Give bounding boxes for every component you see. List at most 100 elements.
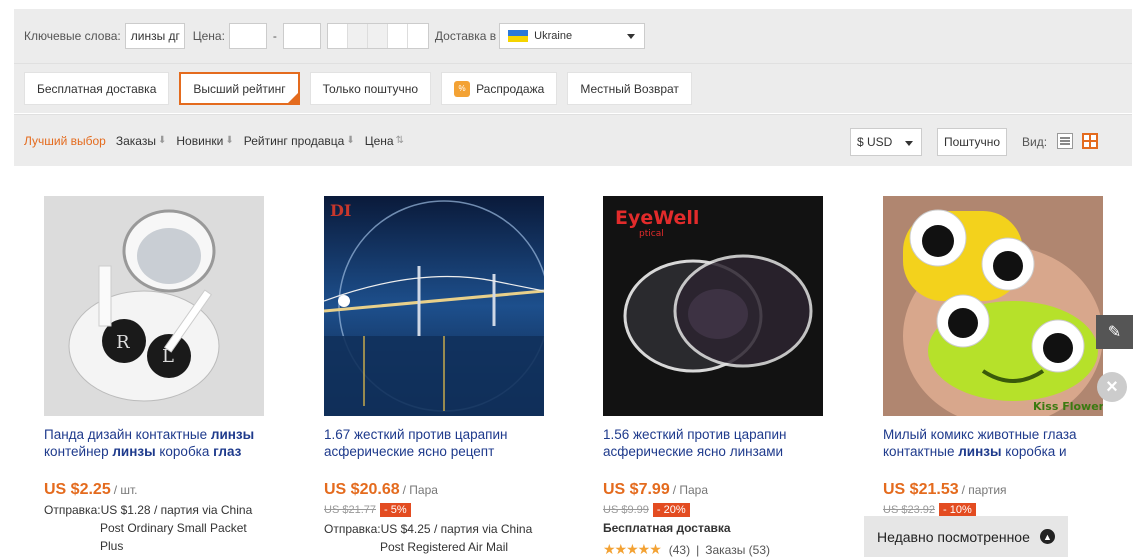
single-piece-toggle[interactable]: Только поштучно [309,72,432,105]
product-image[interactable]: R L [44,196,264,416]
price-dash: - [272,29,277,43]
product-card[interactable]: EyeWell ptical 1.56 жесткий против царап… [603,196,843,557]
arrow-down-icon: ⬇ [157,135,167,146]
old-price: US $9.99 [603,504,649,516]
old-price: US $21.77 [324,504,376,516]
star-rating-icon: ★★★★★ [603,541,662,557]
product-title[interactable]: 1.67 жесткий против царапин асферические… [324,426,564,460]
per-piece-button[interactable]: Поштучно [937,128,1007,156]
sort-seller-rating[interactable]: Рейтинг продавца ⬇ [244,134,355,148]
svg-text:ptical: ptical [639,229,664,239]
svg-text:Kiss Flower: Kiss Flower [1033,400,1103,413]
keywords-label: Ключевые слова: [24,29,121,43]
product-title[interactable]: Панда дизайн контактные линзы контейнер … [44,426,284,460]
product-image[interactable]: EyeWell ptical [603,196,823,416]
shipping-info: Отправка:US $1.28 / партия via China Pos… [44,503,253,553]
sort-label: Лучший выбор [24,133,106,148]
currency-value: $ USD [857,135,893,149]
old-price-row: US $9.99 - 20% [603,502,843,518]
free-shipping-toggle[interactable]: Бесплатная доставка [24,72,170,105]
old-price-row: US $21.77 - 5% [324,502,564,518]
toggle-label: Бесплатная доставка [37,81,157,96]
chevron-down-icon [905,141,913,146]
discount-badge: - 10% [938,503,976,517]
price-unit: / шт. [113,483,138,497]
top-rated-toggle[interactable]: Высший рейтинг [179,72,300,105]
product-price: US $2.25 / шт. [44,481,284,499]
ship-to-label: Доставка в [434,29,497,43]
sort-newest[interactable]: Новинки ⬇ [176,134,233,148]
price-min-input[interactable] [228,23,267,49]
product-price: US $21.53 / партия [883,481,1123,499]
sale-toggle[interactable]: % Распродажа [441,72,558,105]
sort-orders[interactable]: Заказы ⬇ [116,134,167,148]
separator: | [696,542,700,557]
filter-bar: Ключевые слова: линзы дг Цена: - Доставк… [14,9,1132,63]
pencil-edit-icon[interactable]: ✎ [1096,315,1133,349]
discount-badge: - 5% [379,503,411,517]
product-card[interactable]: Kiss Flower Милый комикс животные глаза … [883,196,1123,518]
sort-bar: Лучший выбор Заказы ⬇ Новинки ⬇ Рейтинг пр… [14,114,1132,166]
price-segment[interactable] [388,24,408,48]
svg-text:EyeWell: EyeWell [615,207,699,229]
shipping-info: Отправка:US $4.25 / партия via China Pos… [324,522,533,554]
svg-text:DI: DI [330,201,351,220]
svg-text:R: R [116,332,130,353]
country-select[interactable]: Ukraine [499,23,646,49]
sort-label: Заказы [115,133,156,148]
price-unit: / партия [961,483,1007,497]
product-price: US $7.99 / Пара [603,481,843,499]
price-amount: US $21.53 [883,481,959,498]
product-image[interactable]: Kiss Flower [883,196,1103,416]
price-range-segments[interactable] [326,23,429,49]
sale-percent-icon: % [454,80,471,97]
product-card[interactable]: DI 1.67 жесткий против царапин асферичес… [324,196,564,556]
price-amount: US $7.99 [603,481,670,498]
rating-count[interactable]: (43) [669,543,690,557]
product-title[interactable]: Милый комикс животные глаза контактные л… [883,426,1123,460]
toggle-label: Распродажа [476,81,545,96]
recently-viewed-bar[interactable]: Недавно посмотренное ▲ [864,516,1068,557]
sort-label: Цена [364,133,394,148]
sort-price[interactable]: Цена ⇅ [365,134,404,148]
free-shipping-label: Бесплатная доставка [603,521,731,535]
grid-view-icon[interactable] [1082,133,1098,149]
close-icon[interactable]: × [1097,372,1127,402]
toggle-label: Высший рейтинг [193,81,286,96]
price-segment[interactable] [347,24,368,48]
keywords-input[interactable]: линзы дг [124,23,185,49]
toggle-label: Местный Возврат [580,81,679,96]
price-max-input[interactable] [282,23,321,49]
rating-row: ★★★★★ (43) | Заказы (53) [603,541,843,557]
product-image[interactable]: DI [324,196,544,416]
country-name: Ukraine [534,30,573,42]
list-view-icon[interactable] [1057,133,1073,149]
product-price: US $20.68 / Пара [324,481,564,499]
sort-label: Новинки [176,133,224,148]
price-segment[interactable] [328,24,348,48]
recently-viewed-label: Недавно посмотренное [877,528,1030,545]
chevron-down-icon [627,34,636,39]
currency-select[interactable]: $ USD [850,128,922,156]
view-label: Вид: [1022,135,1048,149]
old-price: US $23.92 [883,504,935,516]
price-amount: US $2.25 [44,481,111,498]
product-title[interactable]: 1.56 жесткий против царапин асферические… [603,426,843,460]
arrow-down-icon: ⬇ [225,135,234,146]
toggle-label: Только поштучно [322,81,419,96]
toggle-filter-bar: Бесплатная доставка Высший рейтинг Тольк… [14,63,1132,113]
price-unit: / Пара [402,483,438,497]
orders-count[interactable]: Заказы (53) [705,543,770,557]
local-return-toggle[interactable]: Местный Возврат [567,72,692,105]
price-segment[interactable] [367,24,388,48]
price-unit: / Пара [672,483,709,497]
sort-best-match[interactable]: Лучший выбор [24,134,106,148]
price-segment[interactable] [408,24,428,48]
sort-label: Рейтинг продавца [243,133,345,148]
price-amount: US $20.68 [324,481,400,498]
product-card[interactable]: R L Панда дизайн контактные линзы контей… [44,196,284,555]
discount-badge: - 20% [652,503,690,517]
chevron-up-icon[interactable]: ▲ [1040,529,1055,544]
arrow-down-icon: ⬇ [346,135,355,146]
price-label: Цена: [192,29,225,43]
